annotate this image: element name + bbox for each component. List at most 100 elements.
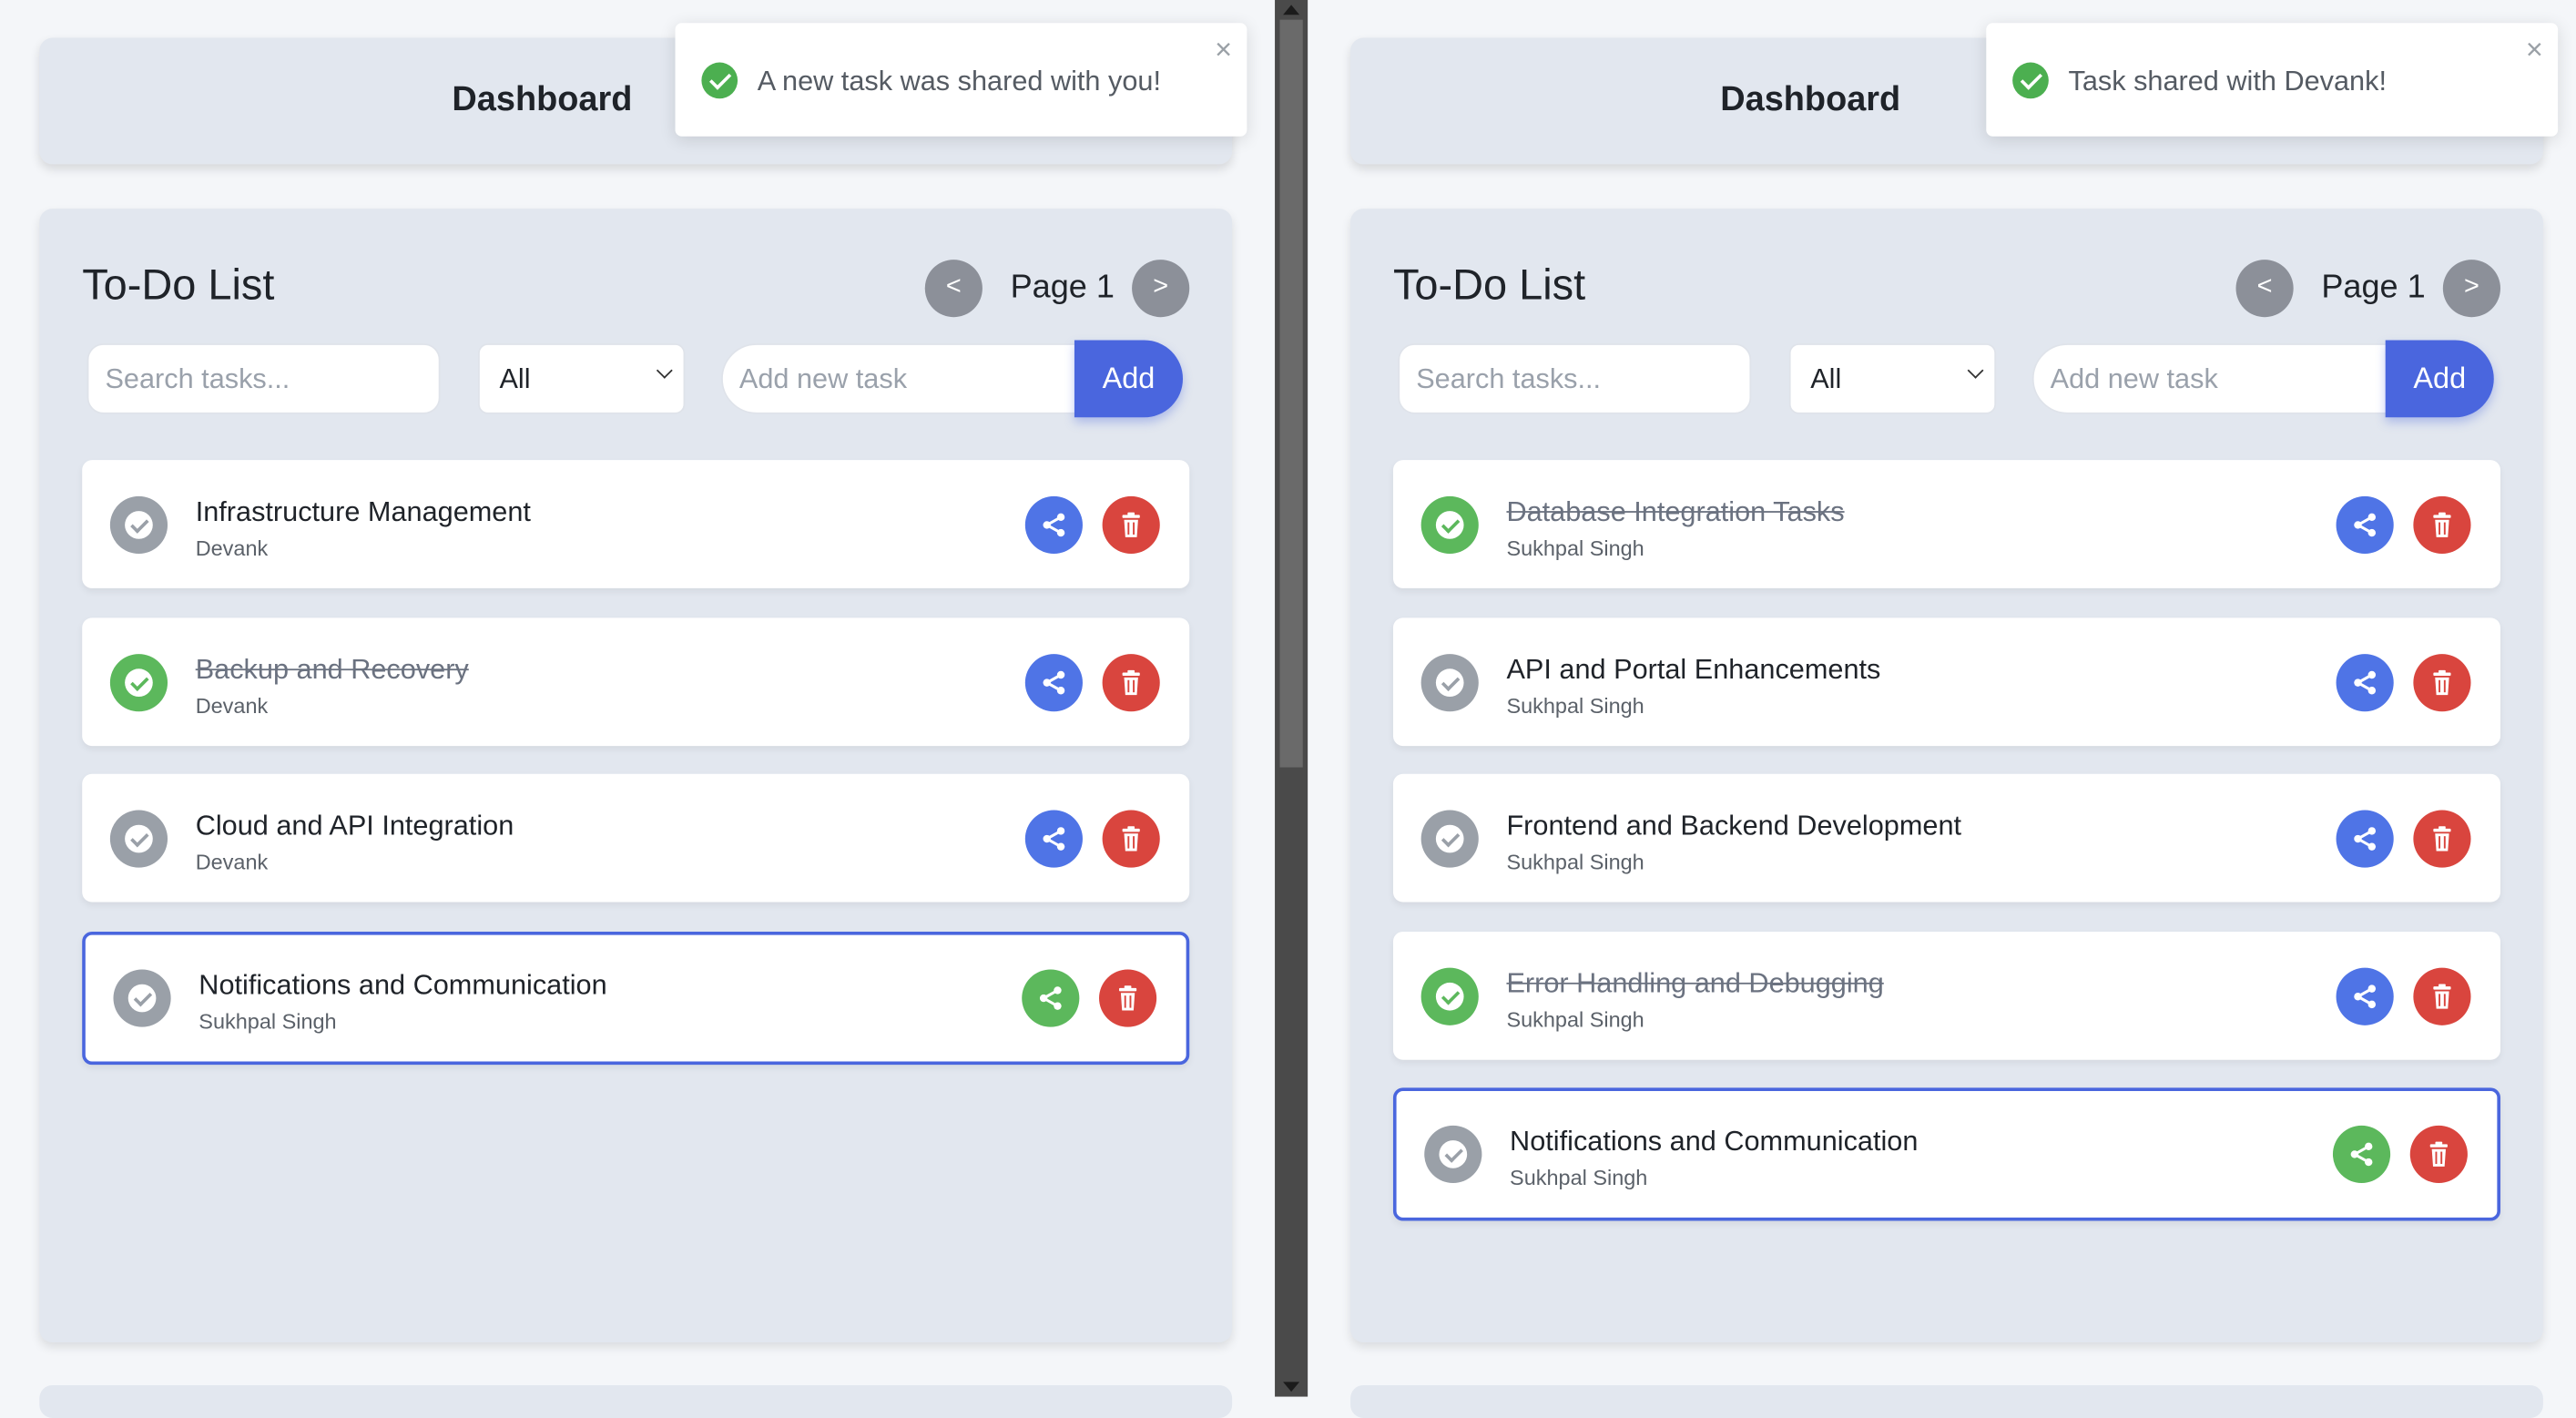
- share-icon: [2350, 1142, 2373, 1167]
- scroll-up-icon[interactable]: [1283, 5, 1300, 15]
- left-pane: Dashboard A new task was shared with you…: [0, 0, 1275, 1418]
- task-title: Notifications and Communication: [199, 968, 607, 1000]
- task-item[interactable]: Notifications and Communication Sukhpal S…: [1392, 1087, 2500, 1221]
- filter-value: All: [1810, 362, 1842, 395]
- page-indicator: Page 1: [2321, 269, 2426, 306]
- share-button[interactable]: [1024, 810, 1083, 868]
- search-input[interactable]: [1398, 343, 1752, 414]
- delete-button[interactable]: [2413, 495, 2471, 555]
- trash-icon: [1122, 668, 1140, 695]
- delete-button[interactable]: [2413, 653, 2471, 711]
- delete-button[interactable]: [2409, 1125, 2468, 1184]
- share-button[interactable]: [1024, 653, 1083, 711]
- task-status-toggle[interactable]: [109, 810, 168, 868]
- prev-page-button[interactable]: <: [2235, 260, 2294, 318]
- close-icon[interactable]: ×: [2526, 33, 2543, 67]
- task-title: Infrastructure Management: [195, 495, 531, 528]
- share-icon: [2354, 984, 2377, 1008]
- toast-notification: A new task was shared with you! ×: [675, 23, 1247, 137]
- prev-page-button[interactable]: <: [924, 260, 983, 318]
- filter-select[interactable]: All: [1788, 343, 1997, 414]
- share-icon: [1043, 513, 1065, 537]
- todo-card: To-Do List < Page 1 > All Add Infrastruc…: [39, 209, 1233, 1343]
- delete-button[interactable]: [1102, 495, 1160, 555]
- task-status-toggle[interactable]: [1424, 1125, 1482, 1184]
- toast-notification: Task shared with Devank! ×: [1986, 23, 2559, 137]
- share-icon: [1043, 827, 1065, 851]
- filter-select[interactable]: All: [478, 343, 686, 414]
- task-item[interactable]: Notifications and Communication Sukhpal S…: [82, 931, 1190, 1065]
- trash-icon: [2429, 1141, 2448, 1167]
- filter-value: All: [499, 362, 531, 395]
- check-circle-icon: [2012, 62, 2049, 99]
- toast-message: Task shared with Devank!: [2068, 66, 2387, 97]
- toast-message: A new task was shared with you!: [757, 66, 1162, 97]
- task-owner: Sukhpal Singh: [1506, 692, 1644, 718]
- todo-title: To-Do List: [82, 260, 275, 310]
- task-owner: Sukhpal Singh: [1506, 536, 1644, 561]
- task-status-toggle[interactable]: [109, 495, 168, 555]
- share-button[interactable]: [2336, 653, 2394, 711]
- share-button[interactable]: [2336, 810, 2394, 868]
- new-task-input[interactable]: [2031, 343, 2391, 414]
- delete-button[interactable]: [1099, 968, 1157, 1026]
- trash-icon: [1122, 826, 1140, 852]
- task-item[interactable]: Error Handling and Debugging Sukhpal Sing…: [1392, 931, 2500, 1059]
- task-title: Error Handling and Debugging: [1506, 966, 1884, 999]
- task-item[interactable]: Infrastructure Management Devank: [82, 460, 1190, 588]
- share-button[interactable]: [1022, 968, 1080, 1026]
- task-item[interactable]: Cloud and API Integration Devank: [82, 773, 1190, 903]
- scrollbar[interactable]: [1275, 0, 1308, 1397]
- trash-icon: [2433, 826, 2451, 852]
- task-owner: Devank: [195, 536, 269, 561]
- share-button[interactable]: [2332, 1125, 2391, 1184]
- task-title: Backup and Recovery: [195, 653, 469, 685]
- next-page-button[interactable]: >: [2442, 260, 2500, 318]
- task-title: API and Portal Enhancements: [1506, 653, 1881, 685]
- delete-button[interactable]: [2413, 810, 2471, 868]
- add-task-button[interactable]: Add: [1074, 340, 1184, 418]
- close-icon[interactable]: ×: [1215, 33, 1232, 67]
- task-owner: Devank: [195, 692, 269, 718]
- new-task-input[interactable]: [721, 343, 1080, 414]
- share-icon: [2354, 827, 2377, 851]
- share-button[interactable]: [2336, 966, 2394, 1025]
- trash-icon: [2433, 668, 2451, 695]
- page-indicator: Page 1: [1010, 269, 1115, 306]
- task-status-toggle[interactable]: [109, 653, 168, 711]
- task-status-toggle[interactable]: [1420, 810, 1479, 868]
- trash-icon: [1122, 512, 1140, 537]
- task-item[interactable]: Database Integration Tasks Sukhpal Singh: [1392, 460, 2500, 588]
- task-title: Frontend and Backend Development: [1506, 810, 1962, 842]
- task-title: Notifications and Communication: [1510, 1125, 1919, 1158]
- add-task-button[interactable]: Add: [2385, 340, 2494, 418]
- share-button[interactable]: [1024, 495, 1083, 555]
- task-owner: Sukhpal Singh: [199, 1007, 337, 1033]
- scrollbar-thumb[interactable]: [1279, 19, 1303, 768]
- task-status-toggle[interactable]: [1420, 495, 1479, 555]
- task-item[interactable]: Frontend and Backend Development Sukhpal …: [1392, 773, 2500, 903]
- todo-title: To-Do List: [1392, 260, 1586, 310]
- share-button[interactable]: [2336, 495, 2394, 555]
- search-input[interactable]: [87, 343, 441, 414]
- trash-icon: [2433, 983, 2451, 1008]
- todo-card: To-Do List < Page 1 > All Add Database I…: [1350, 209, 2543, 1343]
- task-status-toggle[interactable]: [1420, 966, 1479, 1025]
- delete-button[interactable]: [2413, 966, 2471, 1025]
- share-icon: [2354, 513, 2377, 537]
- task-title: Database Integration Tasks: [1506, 495, 1845, 528]
- right-pane: Dashboard Task shared with Devank! × To-…: [1308, 0, 2576, 1418]
- share-icon: [1043, 669, 1065, 694]
- scroll-down-icon[interactable]: [1283, 1382, 1300, 1392]
- trash-icon: [1118, 984, 1137, 1010]
- task-item[interactable]: API and Portal Enhancements Sukhpal Singh: [1392, 617, 2500, 746]
- delete-button[interactable]: [1102, 653, 1160, 711]
- next-page-button[interactable]: >: [1132, 260, 1190, 318]
- task-owner: Sukhpal Singh: [1506, 849, 1644, 874]
- delete-button[interactable]: [1102, 810, 1160, 868]
- task-status-toggle[interactable]: [1420, 653, 1479, 711]
- task-status-toggle[interactable]: [113, 968, 171, 1026]
- trash-icon: [2433, 512, 2451, 537]
- task-item[interactable]: Backup and Recovery Devank: [82, 617, 1190, 746]
- task-title: Cloud and API Integration: [195, 810, 514, 842]
